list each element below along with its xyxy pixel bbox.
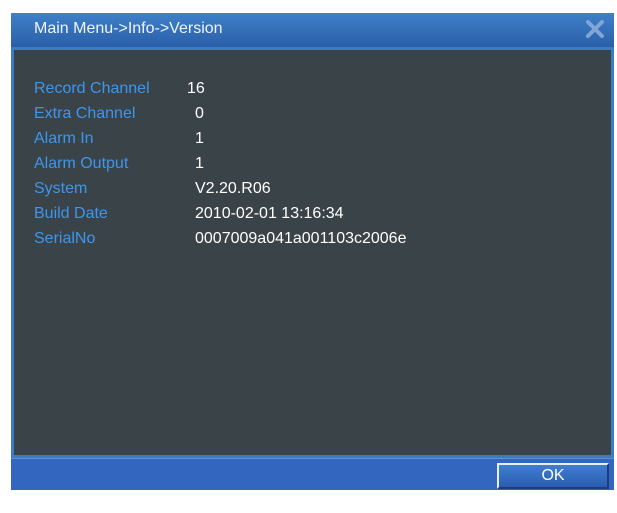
- info-value: 1: [195, 130, 204, 147]
- window-title: Main Menu->Info->Version: [34, 20, 223, 37]
- title-bar: Main Menu->Info->Version: [11, 13, 614, 47]
- info-value: 0007009a041a001103c2006e: [195, 230, 407, 247]
- info-value: V2.20.R06: [195, 180, 271, 197]
- info-label: System: [34, 180, 88, 197]
- info-label: Alarm In: [34, 130, 94, 147]
- info-label: Extra Channel: [34, 105, 136, 122]
- info-value: 16: [187, 80, 205, 97]
- button-bar: OK: [11, 458, 614, 490]
- info-label: Build Date: [34, 205, 108, 222]
- close-icon[interactable]: [584, 18, 606, 40]
- info-panel: Record Channel 16 Extra Channel 0 Alarm …: [11, 47, 614, 458]
- version-dialog: Main Menu->Info->Version Record Channel …: [11, 13, 614, 490]
- info-label: Record Channel: [34, 80, 150, 97]
- info-label: SerialNo: [34, 230, 96, 247]
- info-value: 0: [195, 105, 204, 122]
- info-label: Alarm Output: [34, 155, 129, 172]
- info-value: 2010-02-01 13:16:34: [195, 205, 344, 222]
- ok-button[interactable]: OK: [497, 463, 609, 489]
- info-value: 1: [195, 155, 204, 172]
